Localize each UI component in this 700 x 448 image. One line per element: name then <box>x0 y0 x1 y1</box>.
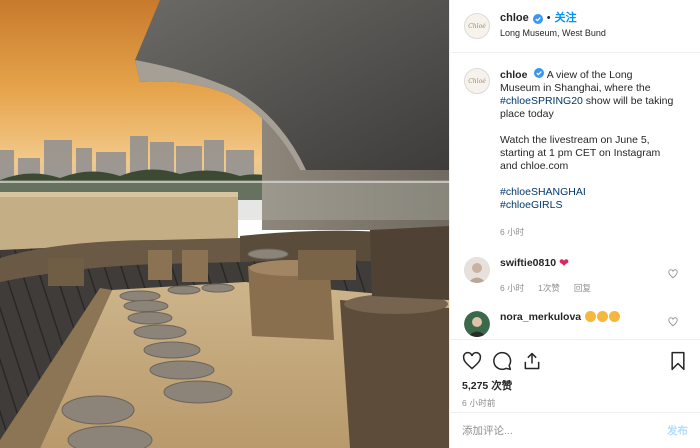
bookmark-icon[interactable] <box>668 351 688 371</box>
comment-time: 6 小时 <box>500 283 525 293</box>
comments-list[interactable]: Chloé chloe A view of the Long Museum in… <box>450 54 700 339</box>
rooftop-photo <box>0 0 449 448</box>
hashtag-link[interactable]: #chloeSHANGHAI <box>500 186 586 198</box>
separator-dot: • <box>546 12 551 24</box>
likes-count[interactable]: 5,275 次赞 <box>462 378 688 393</box>
post-comment-button[interactable]: 发布 <box>667 423 688 438</box>
post-actions: 5,275 次赞 6 小时前 <box>450 339 700 409</box>
username-link[interactable]: chloe <box>500 12 529 25</box>
avatar[interactable] <box>464 257 490 283</box>
caption-username[interactable]: chloe <box>500 69 527 81</box>
comment-likes-link[interactable]: 1次赞 <box>538 282 560 295</box>
hashtag-link[interactable]: #chloeSPRING20 <box>500 95 583 107</box>
post-sidebar: Chloé chloe • 关注 Long Museum, West Bund … <box>449 0 700 448</box>
avatar-logo-text: Chloé <box>468 22 486 30</box>
caption: Chloé chloe A view of the Long Museum in… <box>464 68 686 239</box>
hashtag-link[interactable]: #chloeGIRLS <box>500 199 562 211</box>
caption-text: Watch the livestream on June 5, starting… <box>500 134 661 172</box>
post-header: Chloé chloe • 关注 Long Museum, West Bund <box>450 0 700 53</box>
location-link[interactable]: Long Museum, West Bund <box>500 27 606 40</box>
comment-like-icon[interactable] <box>668 317 678 327</box>
avatar-logo-text: Chloé <box>468 77 486 85</box>
comment-bubble-icon[interactable] <box>492 351 512 371</box>
add-comment-bar: 发布 <box>450 412 700 448</box>
comment-username[interactable]: swiftie0810 <box>500 257 556 269</box>
comment-username[interactable]: nora_merkulova <box>500 311 581 323</box>
heart-eyes-emoji-icon <box>585 311 597 322</box>
heart-emoji: ❤ <box>558 256 570 270</box>
share-icon[interactable] <box>522 351 542 371</box>
post-image[interactable] <box>0 0 449 448</box>
avatar[interactable] <box>464 311 490 337</box>
post-timestamp: 6 小时前 <box>462 398 496 408</box>
avatar-photo <box>464 311 490 337</box>
caption-time: 6 小时 <box>500 227 525 237</box>
like-heart-icon[interactable] <box>462 351 482 371</box>
verified-badge-icon <box>534 68 545 78</box>
comment-like-icon[interactable] <box>668 269 678 279</box>
avatar[interactable]: Chloé <box>464 13 490 39</box>
comment-item: swiftie0810 ❤ 6 小时 1次赞 回复 <box>464 257 686 295</box>
heart-eyes-emoji-icon <box>597 311 609 322</box>
follow-button[interactable]: 关注 <box>555 12 577 25</box>
avatar-photo <box>464 257 490 283</box>
verified-badge-icon <box>532 13 543 24</box>
comment-input[interactable] <box>462 424 667 437</box>
heart-eyes-emoji-icon <box>609 311 621 322</box>
comment-item: nora_merkulova <box>464 311 686 337</box>
reply-button[interactable]: 回复 <box>574 282 591 295</box>
avatar[interactable]: Chloé <box>464 68 490 94</box>
